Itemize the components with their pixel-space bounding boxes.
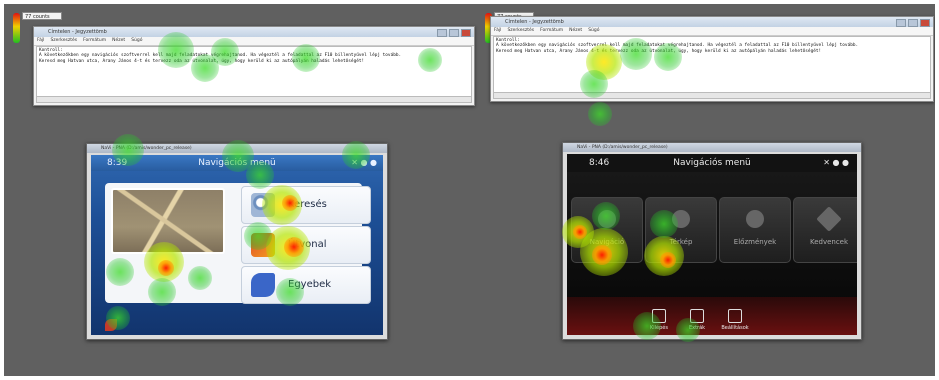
window-controls[interactable] [896, 19, 930, 27]
screen-heading: Navigációs menü [198, 158, 276, 168]
notepad-menu[interactable]: Fájl Szerkesztés Formátum Nézet Súgó [34, 37, 474, 46]
navigation-device-right: NaVi - PNA (D:/amis/wonder_pc_release) 8… [562, 142, 862, 340]
menu-view[interactable]: Nézet [112, 38, 125, 43]
device-window-title: NaVi - PNA (D:/amis/wonder_pc_release) [87, 144, 387, 153]
heat-legend-label: 77 counts [22, 12, 62, 20]
notepad-title: Címtelen - Jegyzettömb [34, 27, 474, 37]
settings-button[interactable]: Beállítások [717, 309, 753, 331]
notepad-line: Keresd meg Hatvan utca, Arany János 4-t … [496, 48, 822, 54]
horizontal-scrollbar[interactable] [493, 92, 931, 99]
device-screen: 8:46 Navigációs menü ✕ ● ● Navigáció Tér… [567, 154, 857, 335]
other-button-label: Egyebek [288, 279, 332, 290]
device-window-title: NaVi - PNA (D:/amis/wonder_pc_release) [563, 143, 861, 152]
tile-navigation[interactable]: Navigáció [571, 197, 643, 263]
tile-favorites[interactable]: Kedvencek [793, 197, 857, 263]
horizontal-scrollbar[interactable] [36, 96, 472, 103]
search-button[interactable]: Keresés [241, 186, 371, 224]
notepad-title: Címtelen - Jegyzettömb [491, 17, 933, 27]
tile-label: Kedvencek [809, 238, 849, 246]
magnifier-icon [251, 193, 275, 217]
notepad-menu[interactable]: Fájl Szerkesztés Formátum Nézet Súgó [491, 27, 933, 36]
settings-label: Beállítások [721, 325, 749, 331]
tile-label: Előzmények [733, 238, 777, 246]
bottom-bar: Kilépés Extrák Beállítások [567, 297, 857, 335]
power-icon [652, 309, 666, 323]
notepad-window-right[interactable]: Címtelen - Jegyzettömb Fájl Szerkesztés Fo… [490, 16, 934, 102]
notepad-line: Keresd meg Hatvan utca, Arany János 4-t … [39, 58, 365, 64]
tile-label: Navigáció [589, 238, 625, 246]
extras-icon [690, 309, 704, 323]
maximize-button[interactable] [908, 19, 918, 27]
exit-label: Kilépés [650, 325, 668, 331]
menu-view[interactable]: Nézet [569, 28, 582, 33]
device-screen: 8:39 Navigációs menü ✕ ● ● Keresés Útvon… [91, 155, 383, 335]
menu-edit[interactable]: Szerkesztés [50, 38, 77, 43]
wrench-icon [728, 309, 742, 323]
notepad-window-left[interactable]: Címtelen - Jegyzettömb Fájl Szerkesztés Fo… [33, 26, 475, 106]
exit-button[interactable]: Kilépés [641, 309, 677, 331]
arrow-icon [598, 210, 616, 228]
menu-file[interactable]: Fájl [494, 28, 501, 33]
puzzle-icon [251, 273, 275, 297]
heat-scale-bar [13, 13, 20, 43]
other-button[interactable]: Egyebek [241, 266, 371, 304]
status-bar: 8:46 Navigációs menü ✕ ● ● [567, 154, 857, 172]
close-button[interactable] [461, 29, 471, 37]
notepad-text-area[interactable]: Kontroll: A következőkben egy navigációs… [493, 36, 931, 93]
route-button-label: Útvonal [288, 239, 327, 250]
signal-icon: ✕ ● ● [823, 158, 849, 167]
menu-file[interactable]: Fájl [37, 38, 44, 43]
clock-icon [746, 210, 764, 228]
screenshot: 77 counts 77 counts Címtelen - Jegyzettö… [0, 0, 939, 380]
window-controls[interactable] [437, 29, 471, 37]
tile-history[interactable]: Előzmények [719, 197, 791, 263]
menu-help[interactable]: Súgó [131, 38, 142, 43]
search-button-label: Keresés [288, 199, 327, 210]
menu-format[interactable]: Formátum [83, 38, 106, 43]
menu-help[interactable]: Súgó [588, 28, 599, 33]
heatmap-canvas: 77 counts 77 counts Címtelen - Jegyzettö… [4, 4, 935, 376]
menu-format[interactable]: Formátum [540, 28, 563, 33]
extras-label: Extrák [688, 325, 706, 331]
map-thumbnail[interactable] [111, 188, 225, 254]
gaze-blob [588, 102, 612, 126]
map-icon [672, 210, 690, 228]
minimize-button[interactable] [896, 19, 906, 27]
minimize-button[interactable] [437, 29, 447, 37]
close-button[interactable] [920, 19, 930, 27]
notepad-text-area[interactable]: Kontroll: A következőkben egy navigációs… [36, 46, 472, 97]
screen-heading: Navigációs menü [673, 158, 751, 168]
maximize-button[interactable] [449, 29, 459, 37]
star-icon [816, 206, 842, 232]
tile-map[interactable]: Térkép [645, 197, 717, 263]
extras-button[interactable]: Extrák [679, 309, 715, 331]
tile-label: Térkép [669, 238, 693, 246]
menu-edit[interactable]: Szerkesztés [507, 28, 534, 33]
navigation-device-left: NaVi - PNA (D:/amis/wonder_pc_release) 8… [86, 143, 388, 340]
route-button[interactable]: Útvonal [241, 226, 371, 264]
exit-icon[interactable] [105, 319, 117, 331]
signal-icon: ✕ ● ● [351, 158, 377, 167]
status-bar: 8:39 Navigációs menü ✕ ● ● [91, 155, 383, 171]
route-icon [251, 233, 275, 257]
